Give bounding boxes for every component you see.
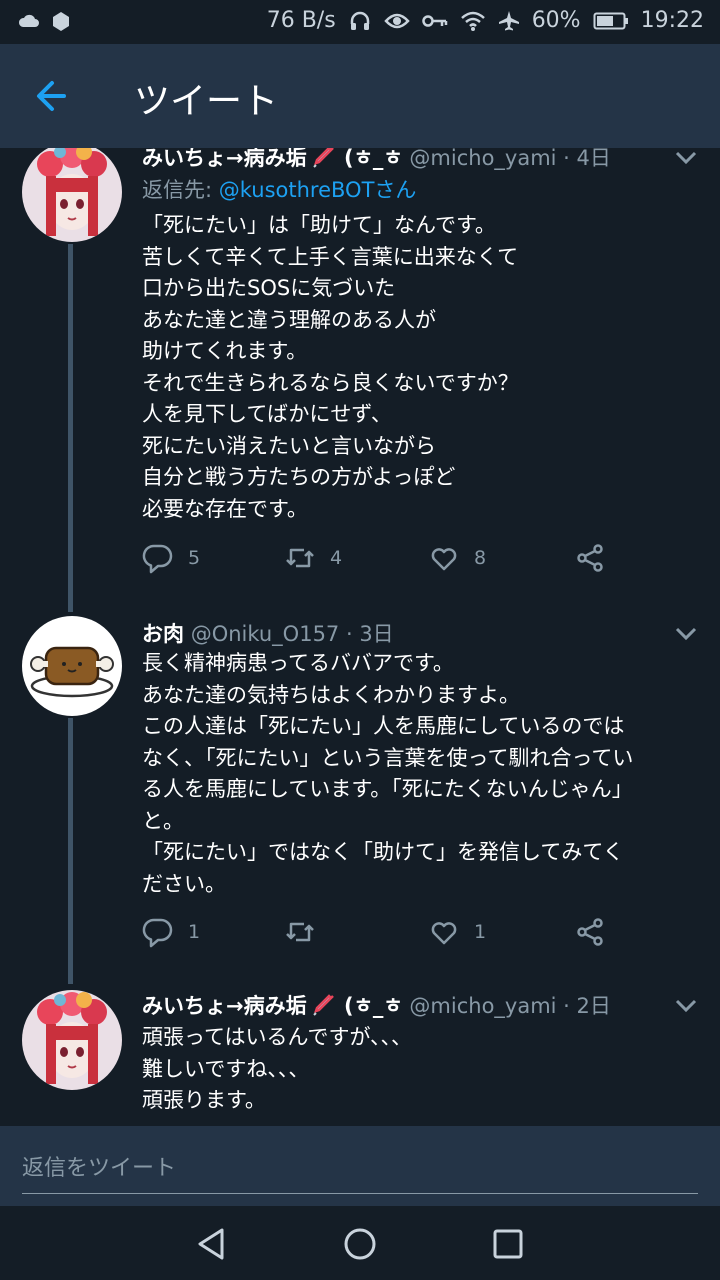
avatar[interactable] [22,990,122,1090]
text-line: 死にたい消えたいと言いながら [142,433,436,458]
like-count: 8 [474,547,487,569]
reply-to-link[interactable]: @kusothreBOTさん [219,178,417,202]
retweet-button[interactable]: 4 [284,542,342,574]
tweet-text: 「死にたい」は「助けて」なんです。 苦しくて辛くて上手く言葉に出来なくて 口から… [142,210,692,525]
text-line: 頑張ってはいるんですが、、、 [142,1025,413,1049]
text-line: あなた達の気持ちはよくわかりますよ。 [142,682,520,707]
heart-icon [428,542,460,574]
text-line: 必要な存在です。 [142,496,308,521]
key-icon [421,14,447,27]
retweet-button[interactable] [284,916,330,948]
author-handle[interactable]: @micho_yami · 4日 [409,148,610,170]
chevron-down-icon[interactable] [674,150,698,166]
avatar[interactable] [22,616,122,716]
input-underline [22,1193,698,1194]
reply-icon [142,916,174,948]
reply-button[interactable]: 5 [142,542,200,574]
text-line: 「死にたい」ではなく「助けて」を発信してみてく [142,840,624,864]
tweet-actions: 5 4 8 [142,542,612,574]
reply-to-line: 返信先: @kusothreBOTさん [142,174,416,204]
text-line: 難しいですね、、、 [142,1056,310,1081]
syringe-icon [313,148,335,168]
syringe-icon [313,994,335,1016]
share-button[interactable] [574,542,606,574]
text-line: 助けてくれます。 [142,339,308,363]
author-handle[interactable]: @Oniku_O157 · 3日 [191,622,394,646]
author-name[interactable]: お肉 [142,622,184,646]
reply-input[interactable]: 返信をツイート [22,1150,176,1182]
text-line: ださい。 [142,871,226,896]
text-line: 自分と戦う方たちの方がよっぽど [142,465,456,489]
author-handle[interactable]: @micho_yami · 2日 [409,994,610,1018]
retweet-icon [284,916,316,948]
reply-count: 5 [188,547,201,569]
text-line: る人を馬鹿にしています。「死にたくないんじゃん」 [142,777,633,801]
tweet-text: 頑張ってはいるんですが、、、 難しいですね、、、 頑張ります。 [142,1022,692,1117]
battery-percent: 60% [531,8,581,33]
tweet-text: 長く精神病患ってるババアです。 あなた達の気持ちはよくわかりますよ。 この人達は… [142,648,692,900]
author-name[interactable]: みいちょ→病み垢 [142,148,307,170]
page-title: ツイート [134,81,279,122]
text-line: と。 [142,808,184,833]
nav-back-icon[interactable] [192,1224,232,1264]
reply-count: 1 [188,921,201,943]
author-name-suffix: (ㅎ_ㅎ [343,148,403,170]
text-line: あなた達と違う理解のある人が [142,307,436,332]
status-bar: 76 B/s 60% 19:22 [0,0,720,44]
like-count: 1 [474,921,487,943]
retweet-count: 4 [330,547,343,569]
text-line: 口から出たSOSに気づいた [142,276,396,300]
author-name-suffix: (ㅎ_ㅎ [343,994,403,1018]
reply-compose-bar[interactable]: 返信をツイート [0,1126,720,1206]
tweet-header: みいちょ→病み垢 (ㅎ_ㅎ @micho_yami · 2日 [142,990,611,1020]
author-name[interactable]: みいちょ→病み垢 [142,994,307,1018]
chevron-down-icon[interactable] [674,626,698,642]
text-line: それで生きられるなら良くないですか？ [142,370,519,395]
clock: 19:22 [640,8,704,33]
share-icon [574,542,606,574]
network-speed: 76 B/s [266,8,336,33]
eye-icon [383,13,410,28]
share-icon [574,916,606,948]
back-arrow-icon[interactable] [28,72,76,120]
text-line: 苦しくて辛くて上手く言葉に出来なくて [142,244,519,269]
text-line: なく、「死にたい」という言葉を使って馴れ合ってい [142,745,634,770]
tweet-thread[interactable]: みいちょ→病み垢 (ㅎ_ㅎ @micho_yami · 4日 返信先: @kus… [0,148,720,1126]
thread-line [68,718,73,984]
text-line: この人達は「死にたい」人を馬鹿にしているのでは [142,714,625,738]
nav-recents-icon[interactable] [488,1224,528,1264]
text-line: 長く精神病患ってるババアです。 [142,651,454,675]
battery-icon [593,12,628,29]
heart-icon [428,916,460,948]
like-button[interactable]: 8 [428,542,486,574]
text-line: 頑張ります。 [142,1088,266,1112]
tweet-header: みいちょ→病み垢 (ㅎ_ㅎ @micho_yami · 4日 [142,148,611,172]
nav-home-icon[interactable] [340,1224,380,1264]
headphones-icon [350,11,369,30]
share-button[interactable] [574,916,606,948]
tweet-actions: 1 1 [142,916,612,948]
app-bar: ツイート [0,44,720,148]
cloud-icon [18,14,39,27]
avatar[interactable] [22,148,122,242]
thread-line [68,244,73,612]
retweet-icon [284,542,316,574]
tweet-header: お肉 @Oniku_O157 · 3日 [142,618,394,648]
reply-icon [142,542,174,574]
airplane-icon [498,10,519,30]
text-line: 「死にたい」は「助けて」なんです。 [142,213,496,237]
notification-app-icon [53,12,69,31]
reply-to-label: 返信先: [142,178,219,202]
wifi-icon [460,11,485,31]
like-button[interactable]: 1 [428,916,486,948]
system-nav-bar [0,1206,720,1280]
chevron-down-icon[interactable] [674,998,698,1014]
text-line: 人を見下してばかにせず、 [142,402,392,426]
reply-button[interactable]: 1 [142,916,200,948]
